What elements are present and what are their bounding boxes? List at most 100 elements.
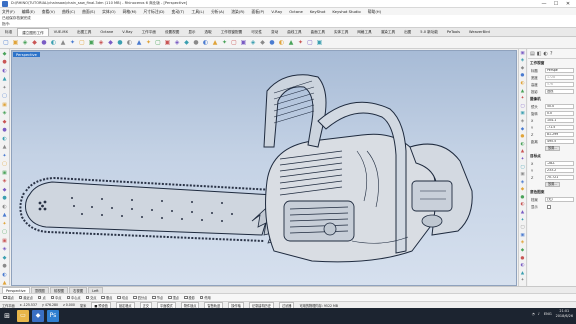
display-icon[interactable]: ● bbox=[520, 73, 526, 79]
toolbar-tab[interactable]: 变动 bbox=[267, 28, 283, 36]
zoom-extents-icon[interactable]: ◐ bbox=[126, 39, 134, 47]
ground-plane-icon[interactable]: ◐ bbox=[520, 142, 526, 148]
osnap-checkbox[interactable] bbox=[37, 295, 42, 300]
menu-item[interactable]: 变动(T) bbox=[172, 9, 185, 15]
maximize-button[interactable]: ☐ bbox=[550, 0, 562, 8]
toolbar-tab[interactable]: 可见性 bbox=[247, 28, 267, 36]
join-icon[interactable]: ◈ bbox=[1, 178, 8, 185]
camera-place-button[interactable]: 放置... bbox=[545, 146, 561, 151]
cut-icon[interactable]: ● bbox=[40, 39, 48, 47]
osnap-option[interactable]: 中心点 bbox=[66, 295, 81, 300]
file-explorer-icon[interactable]: ▭ bbox=[17, 310, 29, 322]
help-icon[interactable]: ▣ bbox=[316, 39, 324, 47]
curvature-icon[interactable]: ✦ bbox=[520, 218, 526, 224]
display-icon[interactable]: ◐ bbox=[543, 51, 547, 57]
camera-prop-field[interactable]: -71.5 bbox=[545, 125, 574, 130]
rotate-icon[interactable]: ◈ bbox=[97, 39, 105, 47]
surface-icon[interactable]: ● bbox=[1, 195, 8, 202]
toolbar-tab[interactable]: 曲面工具 bbox=[306, 28, 329, 36]
box-icon[interactable]: ▣ bbox=[1, 238, 8, 245]
osnap-checkbox[interactable] bbox=[66, 295, 70, 300]
revolve-icon[interactable]: ▢ bbox=[1, 229, 8, 236]
cylinder-icon[interactable]: ◆ bbox=[1, 255, 8, 262]
xray-icon[interactable]: ◐ bbox=[278, 39, 286, 47]
toolbar-tab[interactable]: 曲线工具 bbox=[283, 28, 306, 36]
emap-icon[interactable]: ▢ bbox=[520, 225, 526, 231]
wallpaper-prop-field[interactable]: (无) bbox=[545, 197, 574, 202]
osnap-checkbox[interactable] bbox=[50, 295, 55, 300]
undo-icon[interactable]: ✦ bbox=[69, 39, 77, 47]
wire-icon[interactable]: ◆ bbox=[259, 39, 267, 47]
target-prop-field[interactable]: -282. bbox=[545, 161, 574, 166]
minimize-button[interactable]: — bbox=[538, 0, 550, 8]
sun-icon[interactable]: ▲ bbox=[520, 149, 526, 155]
osnap-option[interactable]: 顶点 bbox=[168, 295, 179, 300]
menu-item[interactable]: 曲线(C) bbox=[62, 9, 75, 15]
arc-icon[interactable]: ▢ bbox=[1, 93, 8, 100]
network-icon[interactable]: ◔ bbox=[532, 312, 535, 316]
toolbar-tab[interactable]: 建立图形工作 bbox=[17, 28, 49, 36]
osnap-option[interactable]: 中点 bbox=[50, 295, 62, 300]
fillet-icon[interactable]: ◐ bbox=[1, 136, 8, 143]
toolbar-tab[interactable]: PeTools bbox=[442, 28, 465, 36]
point-icon[interactable]: ● bbox=[1, 59, 8, 66]
osnap-option[interactable]: 节点 bbox=[152, 295, 163, 300]
osnap-option[interactable]: 切点 bbox=[117, 295, 128, 300]
osnap-checkbox[interactable] bbox=[184, 295, 188, 300]
osnap-option[interactable]: 交点 bbox=[85, 295, 96, 300]
menu-item[interactable]: 文件(F) bbox=[2, 9, 15, 15]
mesh-icon[interactable]: ◐ bbox=[1, 272, 8, 279]
materials-icon[interactable]: ◆ bbox=[520, 127, 526, 133]
layers-icon[interactable]: ◧ bbox=[537, 51, 542, 57]
photoshop-icon[interactable]: Ps bbox=[47, 310, 59, 322]
toolbar-tab[interactable]: Octane bbox=[96, 28, 118, 36]
layer-icon[interactable]: ▢ bbox=[154, 39, 162, 47]
select-icon[interactable]: ◆ bbox=[1, 51, 8, 58]
environment-icon[interactable]: ● bbox=[520, 134, 526, 140]
toolbar-tab[interactable]: 设置视图 bbox=[160, 28, 184, 36]
material-icon[interactable]: ◆ bbox=[183, 39, 191, 47]
help-icon[interactable]: ◐ bbox=[520, 81, 526, 87]
planar-icon[interactable]: ▢ bbox=[230, 39, 238, 47]
make2d-icon[interactable]: ✦ bbox=[520, 278, 526, 284]
mesh-repair-icon[interactable]: ◆ bbox=[520, 248, 526, 254]
library-icon[interactable]: ▢ bbox=[520, 165, 526, 171]
draft-icon[interactable]: ▲ bbox=[520, 210, 526, 216]
viewport-prop-field[interactable]: 576 bbox=[545, 82, 574, 87]
osnap-checkbox[interactable] bbox=[133, 295, 137, 300]
toolbar-tab[interactable]: 实体工具 bbox=[329, 28, 353, 36]
snap-icon[interactable]: ▲ bbox=[211, 39, 219, 47]
loft-icon[interactable]: ▲ bbox=[1, 212, 8, 219]
explode-icon[interactable]: ◆ bbox=[1, 187, 8, 194]
toolbar-tab[interactable]: VUE-MX bbox=[49, 28, 72, 36]
trim-icon[interactable]: ▢ bbox=[1, 161, 8, 168]
toolbar-tab[interactable]: 渲染工具 bbox=[376, 28, 400, 36]
open-icon[interactable]: ▣ bbox=[12, 39, 20, 47]
zoom-icon[interactable]: ◆ bbox=[107, 39, 115, 47]
target-place-button[interactable]: 放置... bbox=[545, 182, 561, 187]
toolbar-tab[interactable]: V-Ray bbox=[118, 28, 137, 36]
menu-item[interactable]: 查看(V) bbox=[42, 9, 55, 15]
target-prop-field[interactable]: 70.721 bbox=[545, 175, 574, 180]
perspective-viewport[interactable]: Perspective bbox=[11, 50, 517, 286]
menu-item[interactable]: KeyShot bbox=[310, 9, 326, 14]
osnap-option[interactable]: 端点 bbox=[3, 295, 14, 300]
osnap-option[interactable]: 停用 bbox=[199, 295, 211, 300]
curve-icon[interactable]: ▲ bbox=[1, 76, 8, 83]
circle-icon[interactable]: ✦ bbox=[1, 85, 8, 92]
shade-icon[interactable]: ◈ bbox=[249, 39, 257, 47]
menu-item[interactable]: 渲染(R) bbox=[231, 9, 244, 15]
paste-icon[interactable]: ▲ bbox=[59, 39, 67, 47]
close-button[interactable]: ✕ bbox=[562, 0, 574, 8]
layout-icon[interactable]: ▲ bbox=[520, 271, 526, 277]
volume-icon[interactable]: ♪ bbox=[538, 312, 540, 316]
copy-icon[interactable]: ◐ bbox=[50, 39, 58, 47]
layers-icon[interactable]: ◈ bbox=[520, 58, 526, 64]
extend-icon[interactable]: ✦ bbox=[1, 153, 8, 160]
texture-icon[interactable]: ✦ bbox=[520, 157, 526, 163]
grid-icon[interactable]: ◐ bbox=[202, 39, 210, 47]
toolbar-tab[interactable]: WeaverBird bbox=[465, 28, 494, 36]
sweep-icon[interactable]: ✦ bbox=[1, 221, 8, 228]
target-prop-field[interactable]: 233.2 bbox=[545, 168, 574, 173]
osnap-checkbox[interactable] bbox=[168, 295, 172, 300]
